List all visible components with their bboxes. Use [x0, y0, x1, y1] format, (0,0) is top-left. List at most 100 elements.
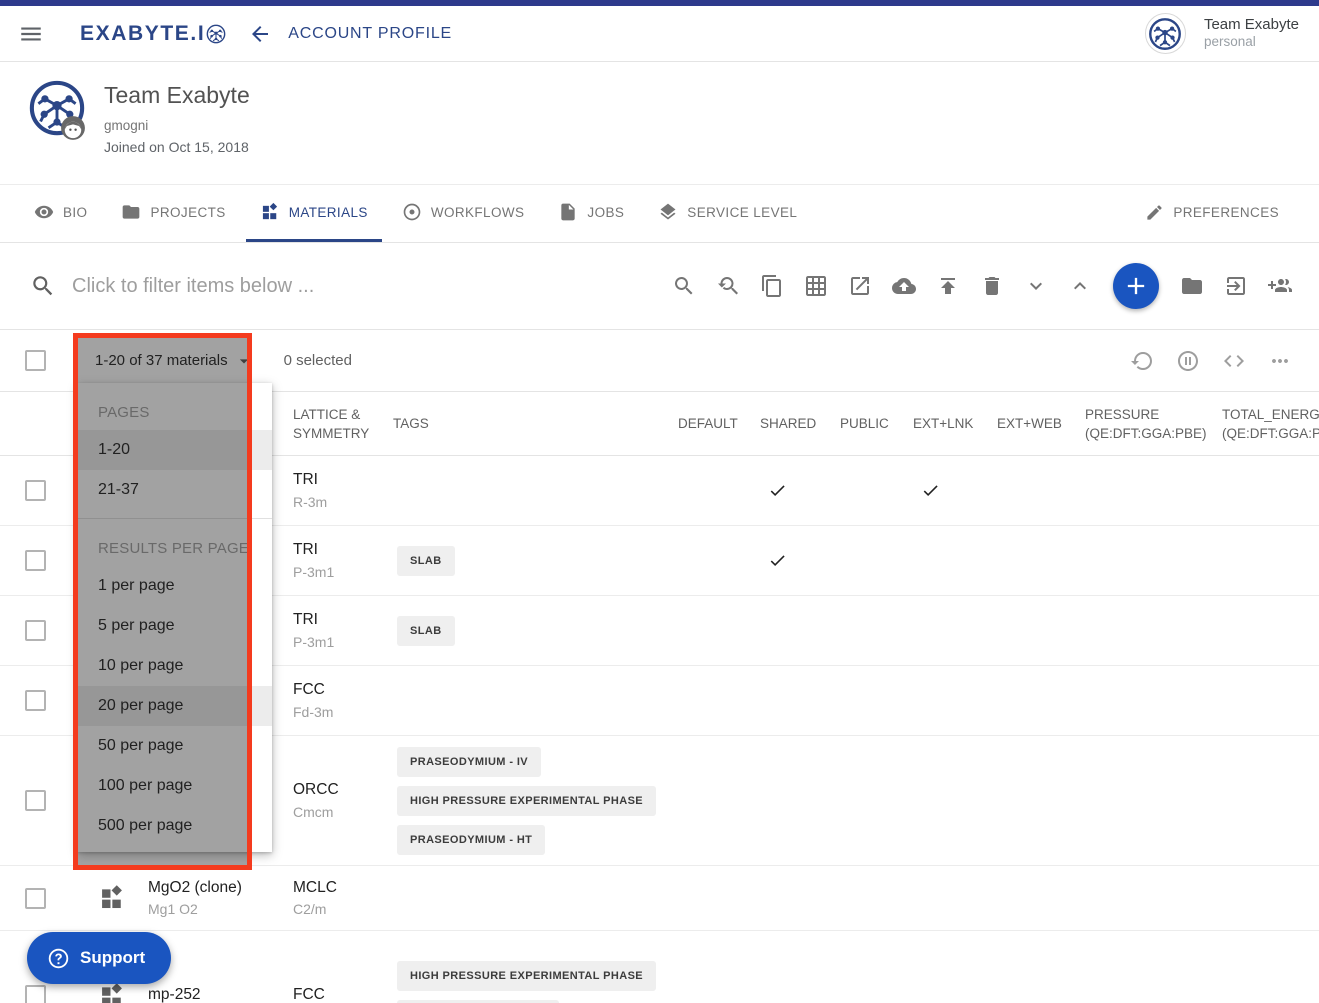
tag-chip: PRASEODYMIUM - HT [397, 825, 545, 855]
pressure-cell [1085, 866, 1222, 930]
user-avatar[interactable] [1145, 13, 1186, 54]
tab-preferences[interactable]: PREFERENCES [1131, 185, 1293, 242]
tab-materials[interactable]: MATERIALS [246, 185, 382, 242]
ext-lnk-flag-cell [913, 666, 997, 735]
search-again-button[interactable] [711, 269, 745, 303]
restore-button[interactable] [1125, 344, 1159, 378]
tab-jobs[interactable]: JOBS [544, 185, 638, 242]
lattice-cell: FCC [293, 931, 393, 1003]
folder-button[interactable] [1175, 269, 1209, 303]
dropdown-option[interactable]: 50 per page [78, 726, 272, 766]
dropdown-option[interactable]: 5 per page [78, 606, 272, 646]
shared-flag-cell [760, 736, 840, 865]
dropdown-option[interactable]: 21-37 [78, 470, 272, 510]
pause-circle-button[interactable] [1171, 344, 1205, 378]
copy-button[interactable] [755, 269, 789, 303]
code-button[interactable] [1217, 344, 1251, 378]
dropdown-option[interactable]: 10 per page [78, 646, 272, 686]
tab-workflows[interactable]: WORKFLOWS [388, 185, 539, 242]
logo-text: EXABYTE.I [80, 22, 205, 46]
pagination-dropdown-trigger[interactable]: 1-20 of 37 materials [95, 351, 254, 371]
pressure-cell [1085, 931, 1222, 1003]
row-checkbox[interactable] [25, 480, 46, 501]
profile-joined-date: Joined on Oct 15, 2018 [104, 139, 249, 155]
tab-service-level[interactable]: SERVICE LEVEL [644, 185, 811, 242]
dropdown-option[interactable]: 1 per page [78, 566, 272, 606]
upload-button[interactable] [931, 269, 965, 303]
chevron-down-button[interactable] [1019, 269, 1053, 303]
plus-icon [1122, 272, 1150, 300]
filter-bar [0, 243, 1319, 330]
tab-bio[interactable]: BIO [20, 185, 101, 242]
delete-button[interactable] [975, 269, 1009, 303]
dropdown-option[interactable]: 20 per page [78, 686, 272, 726]
exit-to-app-button[interactable] [1219, 269, 1253, 303]
add-material-fab[interactable] [1113, 263, 1159, 309]
appbar-user[interactable]: Team Exabyte personal [1145, 13, 1299, 54]
file-icon [558, 202, 578, 222]
tab-projects[interactable]: PROJECTS [107, 185, 239, 242]
total-energy-cell [1222, 866, 1319, 930]
lattice-type: MCLC [293, 877, 337, 899]
total-energy-cell [1222, 931, 1319, 1003]
shared-flag-cell [760, 526, 840, 595]
material-name-cell[interactable]: MgO2 (clone) Mg1 O2 [80, 866, 293, 930]
logo-ball-icon [206, 24, 226, 44]
tab-label: MATERIALS [289, 205, 368, 220]
pagination-dropdown: PAGES1-2021-37RESULTS PER PAGE1 per page… [78, 383, 272, 852]
exabyte-logo[interactable]: EXABYTE.I [80, 22, 226, 46]
caret-down-icon [234, 351, 254, 371]
ext-web-flag-cell [997, 596, 1085, 665]
chevron-up-button[interactable] [1063, 269, 1097, 303]
exit-to-app-icon [1224, 274, 1248, 298]
material-name: mp-252 [148, 984, 201, 1003]
more-horiz-button[interactable] [1263, 344, 1297, 378]
lattice-type: FCC [293, 984, 325, 1003]
back-arrow-icon[interactable] [248, 22, 272, 46]
check-icon [768, 481, 787, 500]
lattice-type: TRI [293, 469, 327, 491]
tab-label: WORKFLOWS [431, 205, 525, 220]
ext-web-flag-cell [997, 866, 1085, 930]
dropdown-option[interactable]: 100 per page [78, 766, 272, 806]
support-button[interactable]: Support [27, 932, 171, 984]
grid-button[interactable] [799, 269, 833, 303]
row-checkbox[interactable] [25, 790, 46, 811]
row-checkbox[interactable] [25, 620, 46, 641]
menu-icon[interactable] [18, 21, 44, 47]
pressure-cell [1085, 526, 1222, 595]
group-add-button[interactable] [1263, 269, 1297, 303]
layers-icon [658, 202, 678, 222]
tags-cell: PRASEODYMIUM - IVHIGH PRESSURE EXPERIMEN… [393, 735, 678, 867]
ext-web-flag-cell [997, 456, 1085, 525]
shared-flag-cell [760, 666, 840, 735]
tag-chip: PRASEODYMIUM - IV [397, 747, 541, 777]
row-checkbox[interactable] [25, 690, 46, 711]
default-flag-cell [678, 931, 760, 1003]
filter-input[interactable] [72, 275, 492, 298]
column-header: EXT+LNK [913, 414, 997, 433]
row-checkbox[interactable] [25, 550, 46, 571]
public-flag-cell [840, 456, 913, 525]
dropdown-option[interactable]: 1-20 [78, 430, 272, 470]
open-in-new-button[interactable] [843, 269, 877, 303]
row-checkbox[interactable] [25, 888, 46, 909]
code-icon [1222, 349, 1246, 373]
row-checkbox[interactable] [25, 985, 46, 1003]
public-flag-cell [840, 526, 913, 595]
support-label: Support [80, 948, 145, 968]
cloud-upload-button[interactable] [887, 269, 921, 303]
search-button[interactable] [667, 269, 701, 303]
dropdown-section-header: RESULTS PER PAGE [78, 527, 272, 566]
folder-icon [1180, 274, 1204, 298]
tags-cell: HIGH PRESSURE EXPERIMENTAL PHASEBERYLLIU… [393, 931, 678, 1003]
default-flag-cell [678, 456, 760, 525]
public-flag-cell [840, 596, 913, 665]
materials-icon [260, 202, 280, 222]
dropdown-option[interactable]: 500 per page [78, 806, 272, 846]
public-flag-cell [840, 931, 913, 1003]
restore-icon [1130, 349, 1154, 373]
tab-label: JOBS [587, 205, 624, 220]
select-all-checkbox[interactable] [25, 350, 46, 371]
lattice-cell: MCLC C2/m [293, 866, 393, 930]
